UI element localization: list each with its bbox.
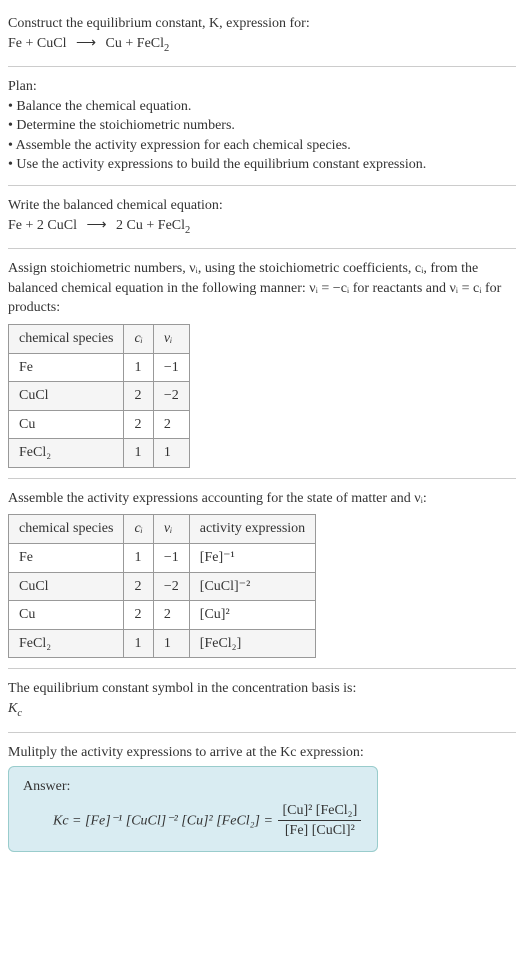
cell-species: CuCl [9, 382, 124, 411]
cell-vi: −1 [153, 544, 189, 573]
table-row: FeCl₂ 1 1 [9, 439, 190, 468]
reaction-arrow-icon: ⟶ [80, 218, 112, 233]
cell-species: CuCl [9, 572, 124, 601]
cell-species: Cu [9, 410, 124, 439]
divider [8, 185, 516, 186]
kc-k: K [8, 701, 17, 716]
cell-vi: 1 [153, 629, 189, 658]
cell-activity: [CuCl]⁻² [189, 572, 315, 601]
multiply-text: Mulitply the activity expressions to arr… [8, 743, 516, 763]
divider [8, 66, 516, 67]
cell-ci: 1 [124, 629, 153, 658]
table-row: CuCl 2 −2 [9, 382, 190, 411]
table-row: CuCl 2 −2 [CuCl]⁻² [9, 572, 316, 601]
th-ci: cᵢ [124, 515, 153, 544]
cell-vi: 1 [153, 439, 189, 468]
cell-vi: 2 [153, 601, 189, 630]
answer-expression: Kc = [Fe]⁻¹ [CuCl]⁻² [Cu]² [FeCl₂] = [Cu… [23, 797, 363, 841]
th-activity: activity expression [189, 515, 315, 544]
plan-bullet-2: • Determine the stoichiometric numbers. [8, 116, 516, 136]
cell-ci: 1 [124, 439, 153, 468]
symbol-text: The equilibrium constant symbol in the c… [8, 679, 516, 699]
plan-section: Plan: • Balance the chemical equation. •… [8, 77, 516, 175]
intro-line1: Construct the equilibrium constant, K, e… [8, 14, 516, 34]
th-ci: cᵢ [124, 324, 153, 353]
balanced-section: Write the balanced chemical equation: Fe… [8, 196, 516, 238]
cell-ci: 1 [124, 353, 153, 382]
intro-section: Construct the equilibrium constant, K, e… [8, 14, 516, 56]
balanced-equation: Fe + 2 CuCl ⟶ 2 Cu + FeCl2 [8, 216, 516, 238]
cell-vi: −2 [153, 382, 189, 411]
th-vi: νᵢ [153, 324, 189, 353]
answer-numerator: [Cu]² [FeCl₂] [278, 801, 361, 822]
table-row: Cu 2 2 [9, 410, 190, 439]
plan-bullet-3: • Assemble the activity expression for e… [8, 136, 516, 156]
reaction-arrow-icon: ⟶ [70, 36, 102, 51]
th-species: chemical species [9, 515, 124, 544]
cell-ci: 1 [124, 544, 153, 573]
cell-ci: 2 [124, 601, 153, 630]
kc-sub: c [17, 708, 22, 719]
stoich-table: chemical species cᵢ νᵢ Fe 1 −1 CuCl 2 −2… [8, 324, 190, 468]
table-row: chemical species cᵢ νᵢ activity expressi… [9, 515, 316, 544]
cell-vi: −1 [153, 353, 189, 382]
intro-equation: Fe + CuCl ⟶ Cu + FeCl2 [8, 34, 516, 56]
answer-box: Answer: Kc = [Fe]⁻¹ [CuCl]⁻² [Cu]² [FeCl… [8, 766, 378, 852]
cell-vi: −2 [153, 572, 189, 601]
answer-fraction: [Cu]² [FeCl₂] [Fe] [CuCl]² [278, 801, 361, 841]
cell-vi: 2 [153, 410, 189, 439]
answer-lhs: Kc = [Fe]⁻¹ [CuCl]⁻² [Cu]² [FeCl₂] = [53, 813, 273, 828]
assemble-text: Assemble the activity expressions accoun… [8, 489, 516, 509]
divider [8, 478, 516, 479]
table-row: FeCl₂ 1 1 [FeCl₂] [9, 629, 316, 658]
assign-section: Assign stoichiometric numbers, νᵢ, using… [8, 259, 516, 468]
cell-ci: 2 [124, 410, 153, 439]
table-row: Cu 2 2 [Cu]² [9, 601, 316, 630]
table-row: Fe 1 −1 [9, 353, 190, 382]
balanced-right-sub: 2 [185, 224, 190, 235]
divider [8, 248, 516, 249]
cell-species: FeCl₂ [9, 629, 124, 658]
divider [8, 668, 516, 669]
th-species: chemical species [9, 324, 124, 353]
cell-species: FeCl₂ [9, 439, 124, 468]
cell-species: Fe [9, 353, 124, 382]
th-vi: νᵢ [153, 515, 189, 544]
multiply-section: Mulitply the activity expressions to arr… [8, 743, 516, 852]
balanced-heading: Write the balanced chemical equation: [8, 196, 516, 216]
intro-eq-left: Fe + CuCl [8, 36, 66, 51]
plan-bullet-4: • Use the activity expressions to build … [8, 155, 516, 175]
balanced-left: Fe + 2 CuCl [8, 218, 77, 233]
cell-activity: [Cu]² [189, 601, 315, 630]
cell-activity: [Fe]⁻¹ [189, 544, 315, 573]
cell-activity: [FeCl₂] [189, 629, 315, 658]
intro-eq-right-sub: 2 [164, 42, 169, 53]
symbol-section: The equilibrium constant symbol in the c… [8, 679, 516, 721]
assign-text: Assign stoichiometric numbers, νᵢ, using… [8, 259, 516, 318]
divider [8, 732, 516, 733]
answer-label: Answer: [23, 777, 363, 797]
cell-ci: 2 [124, 382, 153, 411]
assemble-section: Assemble the activity expressions accoun… [8, 489, 516, 659]
table-row: chemical species cᵢ νᵢ [9, 324, 190, 353]
activity-table: chemical species cᵢ νᵢ activity expressi… [8, 514, 316, 658]
cell-species: Cu [9, 601, 124, 630]
kc-symbol: Kc [8, 699, 516, 721]
plan-bullet-1: • Balance the chemical equation. [8, 97, 516, 117]
plan-heading: Plan: [8, 77, 516, 97]
table-row: Fe 1 −1 [Fe]⁻¹ [9, 544, 316, 573]
cell-ci: 2 [124, 572, 153, 601]
answer-denominator: [Fe] [CuCl]² [278, 821, 361, 841]
balanced-right: 2 Cu + FeCl [116, 218, 185, 233]
cell-species: Fe [9, 544, 124, 573]
intro-eq-right: Cu + FeCl [106, 36, 164, 51]
